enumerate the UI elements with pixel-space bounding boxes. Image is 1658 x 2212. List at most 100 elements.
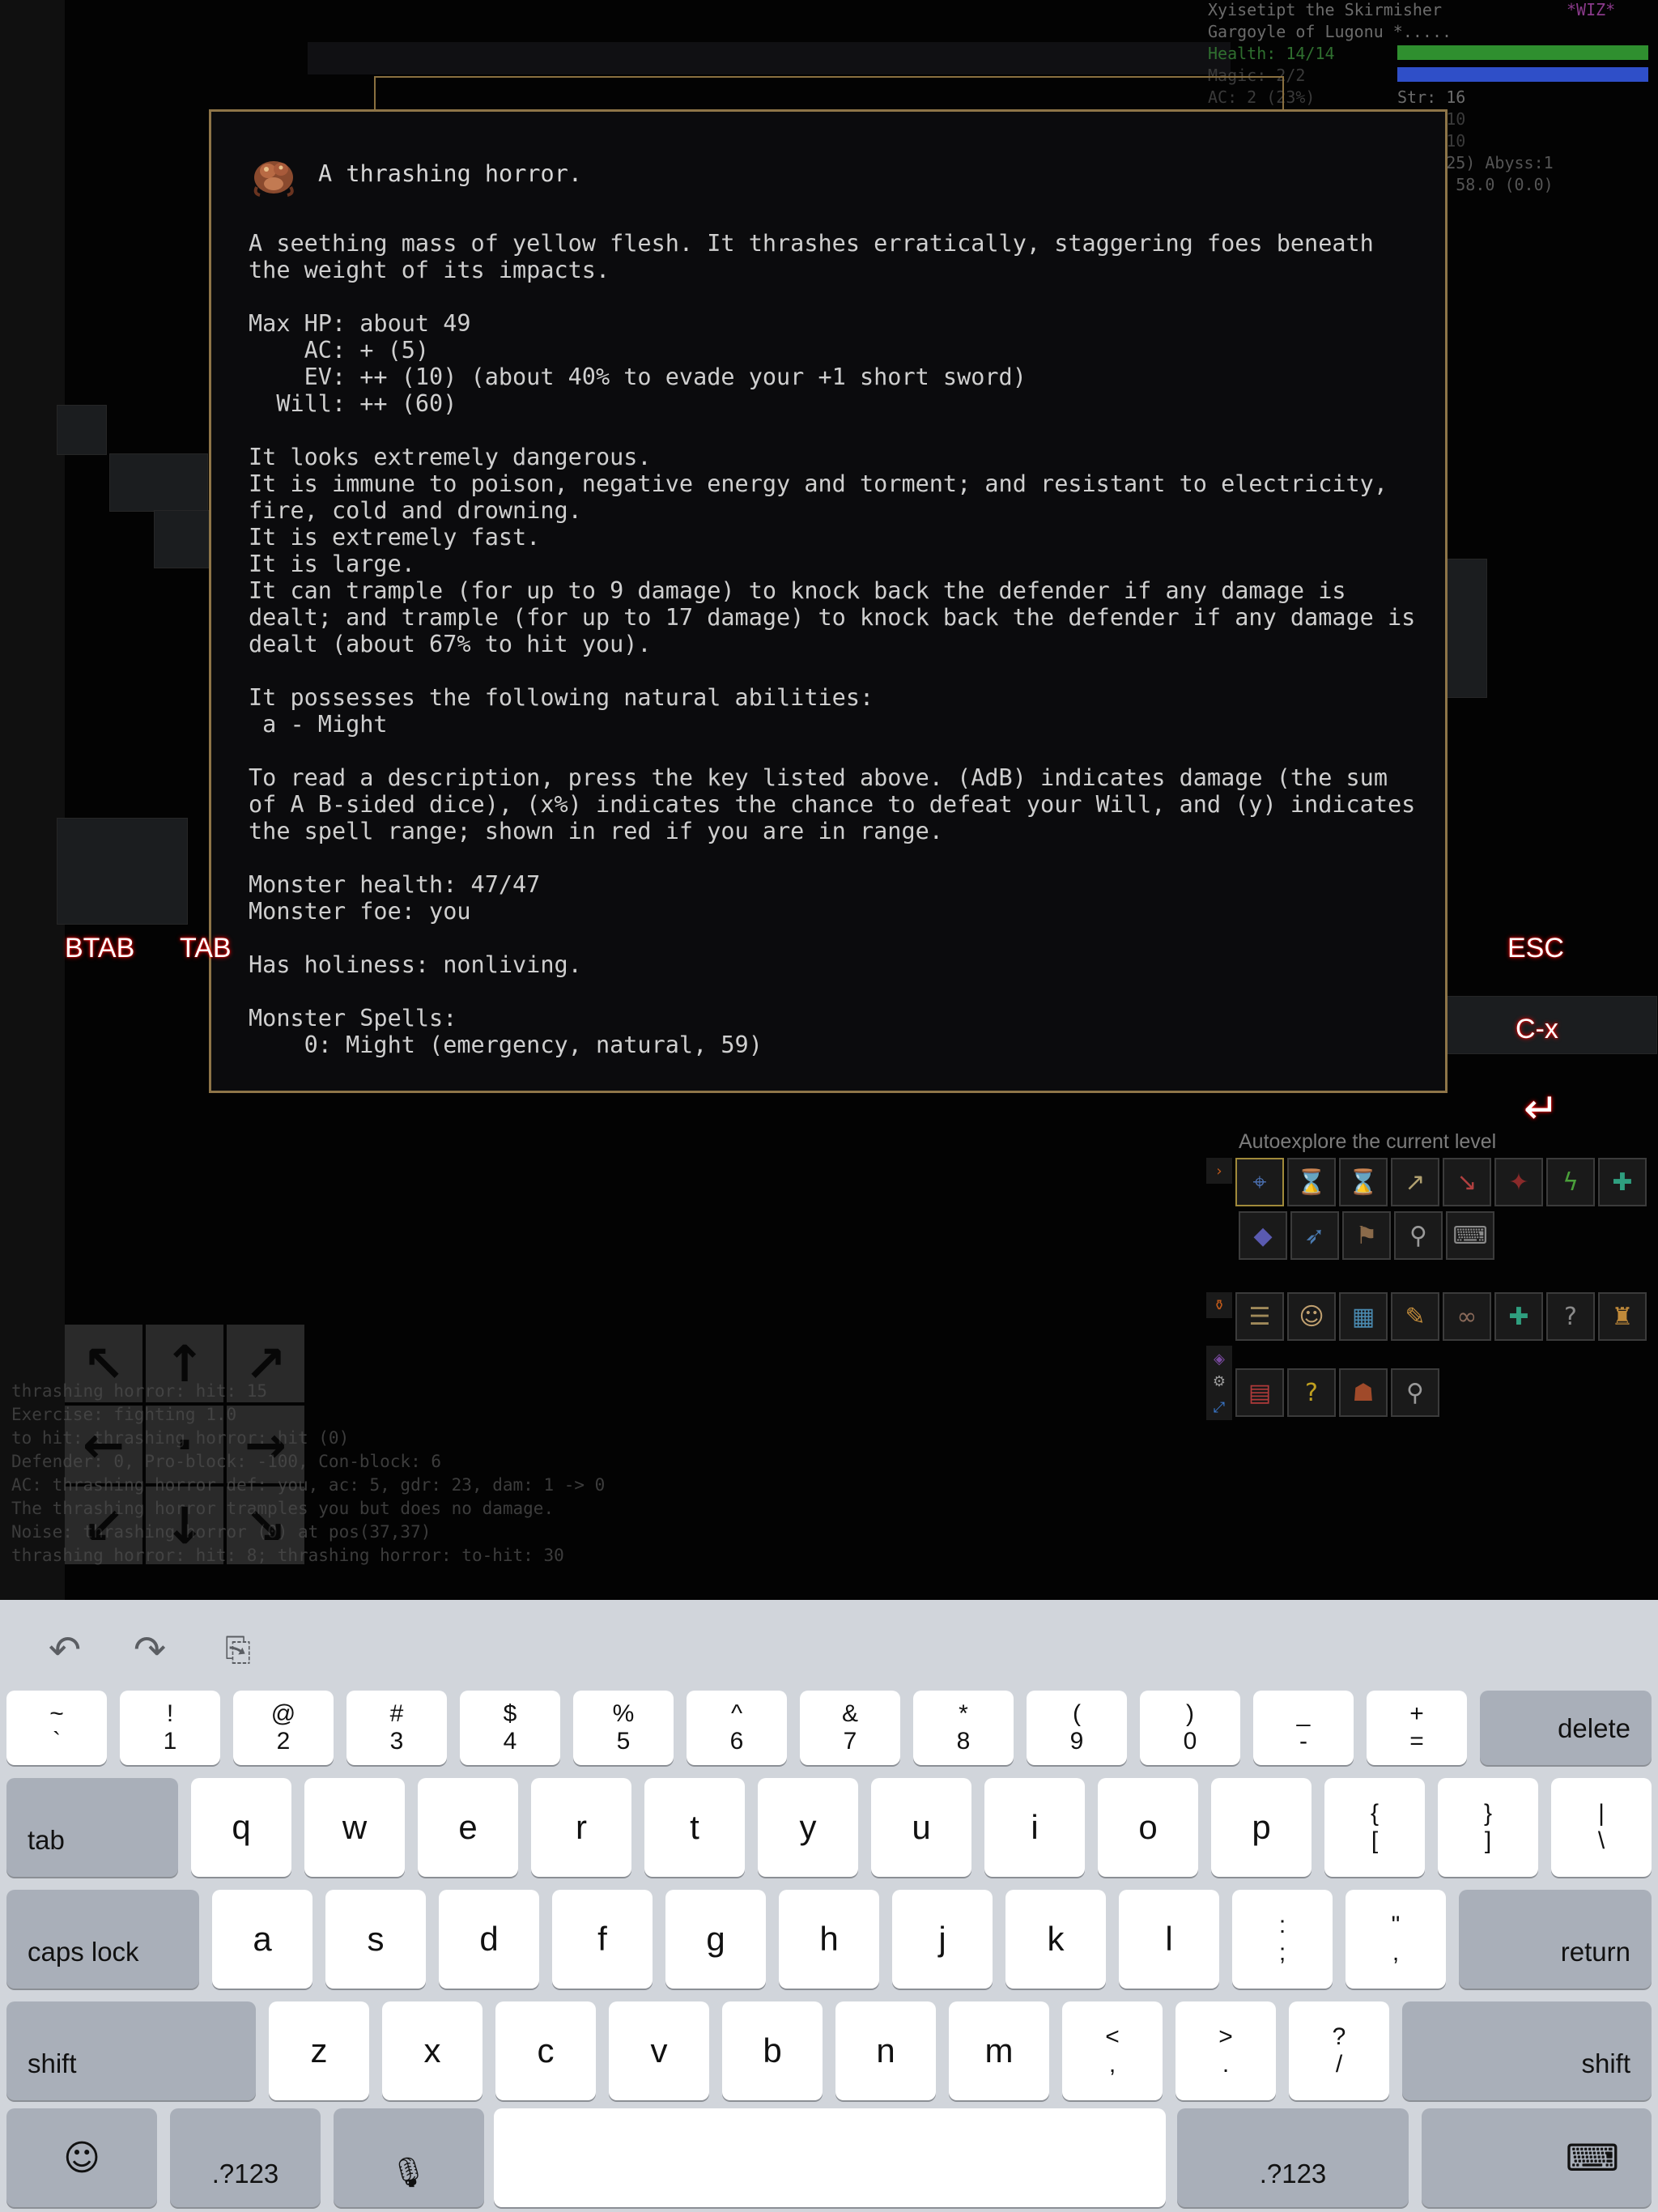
- key-2[interactable]: @2: [233, 1691, 334, 1765]
- emoji-key[interactable]: ☺: [6, 2108, 157, 2207]
- travel-icon[interactable]: ⚑: [1342, 1211, 1391, 1260]
- key-t[interactable]: t: [644, 1778, 745, 1877]
- key-p[interactable]: p: [1211, 1778, 1312, 1877]
- move-right-button[interactable]: →: [227, 1406, 304, 1483]
- key-0[interactable]: ) 0: [1140, 1691, 1240, 1765]
- paste-icon[interactable]: ⎘: [214, 1626, 262, 1674]
- key-9[interactable]: (9: [1027, 1691, 1127, 1765]
- key-k[interactable]: k: [1005, 1890, 1106, 1989]
- key-equals[interactable]: + =: [1367, 1691, 1467, 1765]
- add-icon[interactable]: ✚: [1598, 1158, 1647, 1206]
- key-c[interactable]: c: [495, 2001, 596, 2100]
- microphone-icon[interactable]: 🎙: [334, 2108, 484, 2207]
- hide-keyboard-icon[interactable]: ⌨: [1422, 2108, 1652, 2207]
- ctrl-x-button[interactable]: C-x: [1516, 1014, 1558, 1045]
- fire-icon[interactable]: ➶: [1290, 1211, 1339, 1260]
- spell-icon[interactable]: ✦: [1494, 1158, 1543, 1206]
- key-i[interactable]: i: [984, 1778, 1085, 1877]
- move-up-button[interactable]: ↑: [146, 1325, 223, 1402]
- key-e[interactable]: e: [418, 1778, 518, 1877]
- key-g[interactable]: g: [665, 1890, 766, 1989]
- key-4[interactable]: $4: [460, 1691, 560, 1765]
- resize-icon[interactable]: ⤢: [1206, 1394, 1232, 1420]
- gear-icon[interactable]: ⚙: [1206, 1368, 1232, 1394]
- magnifier-icon[interactable]: ⚲: [1391, 1368, 1439, 1417]
- key-z[interactable]: z: [269, 2001, 369, 2100]
- key-w[interactable]: w: [304, 1778, 405, 1877]
- key-7[interactable]: & 7: [800, 1691, 900, 1765]
- skills-icon[interactable]: ✎: [1391, 1292, 1439, 1341]
- lightning-icon[interactable]: ϟ: [1546, 1158, 1595, 1206]
- redo-icon[interactable]: ↷: [125, 1626, 174, 1674]
- key-bracket-left[interactable]: {[: [1324, 1778, 1425, 1877]
- key-o[interactable]: o: [1098, 1778, 1198, 1877]
- key-j[interactable]: j: [892, 1890, 993, 1989]
- key-6[interactable]: ^ 6: [687, 1691, 787, 1765]
- key-h[interactable]: h: [779, 1890, 879, 1989]
- bag-icon[interactable]: ☗: [1339, 1368, 1388, 1417]
- key-a[interactable]: a: [212, 1890, 312, 1989]
- game-viewport[interactable]: Xyisetipt the Skirmisher *WIZ* Gargoyle …: [0, 0, 1658, 1600]
- key-tilde[interactable]: ~ `: [6, 1691, 107, 1765]
- map-icon[interactable]: ▦: [1339, 1292, 1388, 1341]
- numbers-key[interactable]: .?123: [170, 2108, 321, 2207]
- key-3[interactable]: #3: [346, 1691, 447, 1765]
- undo-icon[interactable]: ↶: [40, 1626, 89, 1674]
- shift-left-key[interactable]: shift: [6, 2001, 256, 2100]
- key-v[interactable]: v: [609, 2001, 709, 2100]
- plus-icon[interactable]: ✚: [1494, 1292, 1543, 1341]
- go-downstairs-icon[interactable]: ↘: [1443, 1158, 1491, 1206]
- autoexplore-icon[interactable]: ⌖: [1235, 1158, 1284, 1206]
- key-quote[interactable]: ",: [1346, 1890, 1446, 1989]
- go-upstairs-icon[interactable]: ↗: [1391, 1158, 1439, 1206]
- keyboard-icon[interactable]: ⌨: [1446, 1211, 1494, 1260]
- key-m[interactable]: m: [949, 2001, 1049, 2100]
- key-x[interactable]: x: [382, 2001, 483, 2100]
- abilities-icon[interactable]: ∞: [1443, 1292, 1491, 1341]
- key-q[interactable]: q: [191, 1778, 291, 1877]
- shift-right-key[interactable]: shift: [1402, 2001, 1652, 2100]
- space-key[interactable]: [494, 2108, 1166, 2207]
- key-5[interactable]: % 5: [573, 1691, 674, 1765]
- move-down-button[interactable]: ↓: [146, 1487, 223, 1564]
- key-slash[interactable]: ? /: [1289, 2001, 1389, 2100]
- chevron-right-icon[interactable]: ›: [1206, 1158, 1232, 1184]
- search-icon[interactable]: ⚲: [1394, 1211, 1443, 1260]
- key-u[interactable]: u: [871, 1778, 971, 1877]
- key-bracket-right[interactable]: }]: [1438, 1778, 1538, 1877]
- tab-key[interactable]: tab: [6, 1778, 178, 1877]
- key-1[interactable]: ! 1: [120, 1691, 220, 1765]
- key-r[interactable]: r: [531, 1778, 631, 1877]
- key-d[interactable]: d: [439, 1890, 539, 1989]
- move-down-right-button[interactable]: ↘: [227, 1487, 304, 1564]
- key-minus[interactable]: _ -: [1253, 1691, 1354, 1765]
- btab-button[interactable]: BTAB: [65, 933, 134, 964]
- save-icon[interactable]: ▤: [1235, 1368, 1284, 1417]
- key-s[interactable]: s: [325, 1890, 426, 1989]
- potion-icon[interactable]: ⚱: [1206, 1292, 1232, 1318]
- key-8[interactable]: * 8: [913, 1691, 1014, 1765]
- numbers-key-right[interactable]: .?123: [1177, 2108, 1409, 2207]
- hourglass-icon[interactable]: ⌛: [1287, 1158, 1336, 1206]
- rest-icon[interactable]: ⌛: [1339, 1158, 1388, 1206]
- move-left-button[interactable]: ←: [65, 1406, 142, 1483]
- move-up-right-button[interactable]: ↗: [227, 1325, 304, 1402]
- throw-icon[interactable]: ◆: [1239, 1211, 1287, 1260]
- escape-button[interactable]: ESC: [1507, 933, 1564, 964]
- key-semicolon[interactable]: :;: [1232, 1890, 1333, 1989]
- tab-button[interactable]: TAB: [180, 933, 232, 964]
- key-n[interactable]: n: [835, 2001, 936, 2100]
- key-l[interactable]: l: [1119, 1890, 1219, 1989]
- move-down-left-button[interactable]: ↙: [65, 1487, 142, 1564]
- help-character-icon[interactable]: ?: [1546, 1292, 1595, 1341]
- character-icon[interactable]: ☺: [1287, 1292, 1336, 1341]
- key-comma[interactable]: <,: [1062, 2001, 1163, 2100]
- key-y[interactable]: y: [758, 1778, 858, 1877]
- wait-button[interactable]: ·: [146, 1406, 223, 1483]
- caps-lock-key[interactable]: caps lock: [6, 1890, 199, 1989]
- key-period[interactable]: >.: [1175, 2001, 1276, 2100]
- altar-icon[interactable]: ♜: [1598, 1292, 1647, 1341]
- key-backslash[interactable]: | \: [1551, 1778, 1652, 1877]
- inventory-icon[interactable]: ☰: [1235, 1292, 1284, 1341]
- return-key[interactable]: return: [1459, 1890, 1652, 1989]
